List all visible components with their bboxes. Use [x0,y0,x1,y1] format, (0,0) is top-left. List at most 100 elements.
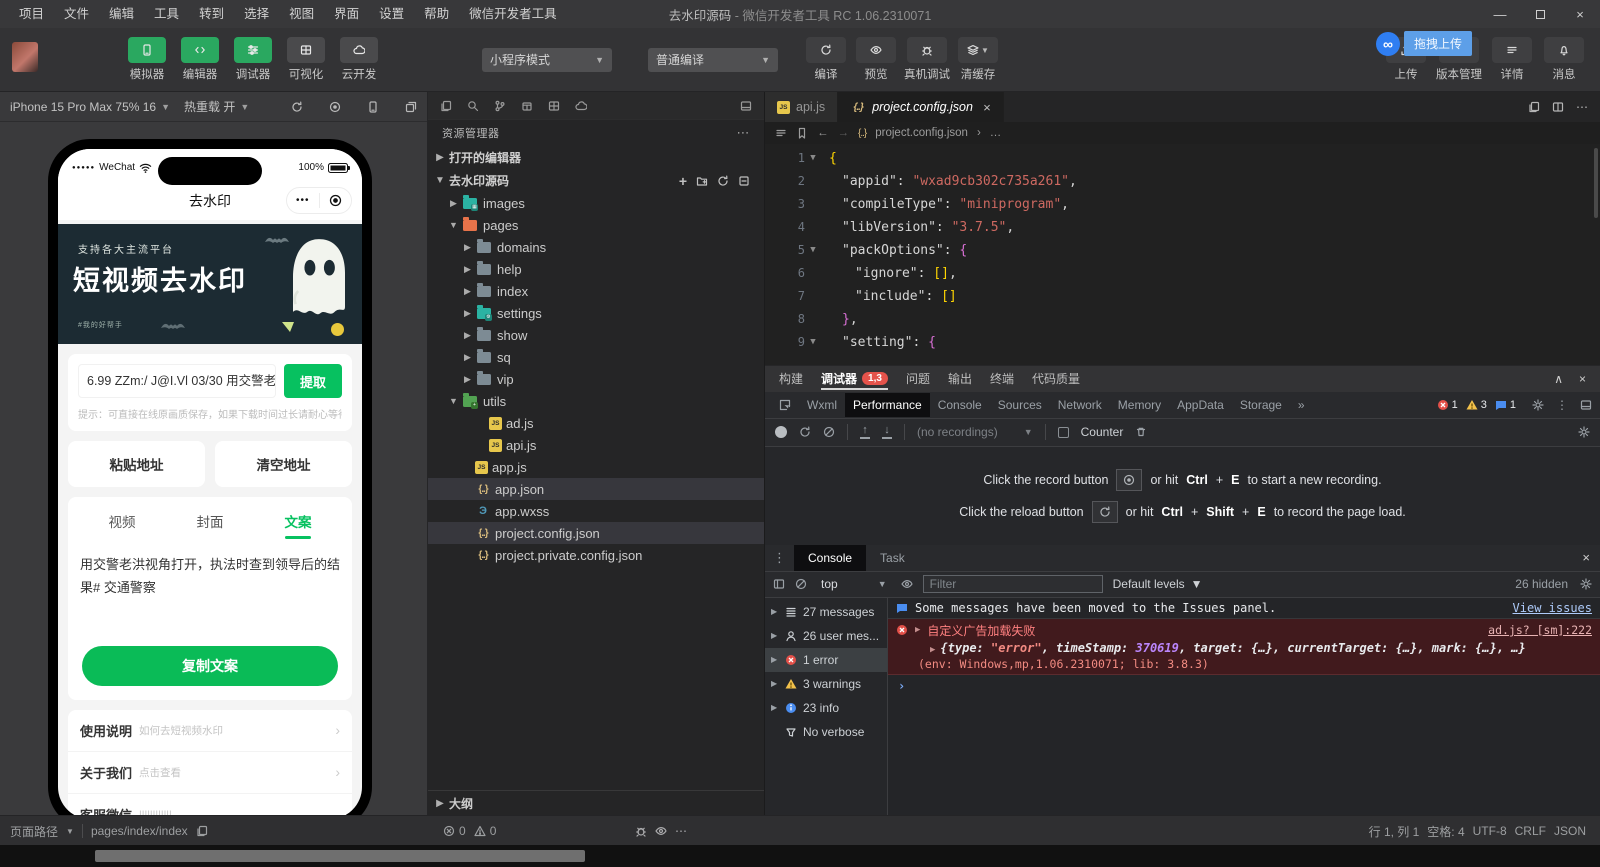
trash-icon[interactable] [1135,426,1147,438]
paste-address-button[interactable]: 粘贴地址 [68,441,205,487]
error-count-badge[interactable]: 1 [1437,399,1458,411]
warning-count-badge[interactable]: 3 [1466,399,1487,411]
project-root-section[interactable]: ▼ 去水印源码 + [428,169,764,192]
avatar[interactable] [12,42,38,72]
reload-button[interactable] [799,426,811,438]
close-button[interactable]: × [1560,0,1600,28]
minimize-button[interactable]: — [1480,0,1520,28]
kebab-icon[interactable]: ⋮ [765,545,794,571]
filter-input[interactable] [923,575,1103,593]
open-changes-icon[interactable] [1528,101,1540,113]
copy-text-button[interactable]: 复制文案 [82,646,338,686]
action-详情[interactable]: 详情 [1490,37,1534,82]
toggle-可视化[interactable]: 可视化 [283,37,329,82]
console-filter-No verbose[interactable]: No verbose [765,720,887,744]
breadcrumb-more[interactable]: … [990,127,1002,139]
bookmark-icon[interactable] [796,127,808,139]
more-icon[interactable]: ⋯ [1576,100,1588,114]
forward-icon[interactable]: → [838,127,850,139]
console-filter-3 warnings[interactable]: ▶3 warnings [765,672,887,696]
breadcrumb-file[interactable]: project.config.json [875,127,968,139]
editor-tab-project.config.json[interactable]: {..}project.config.json× [838,92,1003,122]
package-icon[interactable] [521,100,533,112]
tree-item-app.json[interactable]: {..}app.json [428,478,764,500]
tree-item-app.js[interactable]: JSapp.js [428,456,764,478]
compile-mode-select[interactable]: 普通编译 ▼ [648,48,778,72]
status-CRLF[interactable]: CRLF [1515,824,1546,838]
more-icon[interactable]: ⋯ [675,824,687,838]
panel-layout-icon[interactable] [740,100,752,112]
action-真机调试[interactable]: 真机调试 [904,37,950,82]
tree-item-pages[interactable]: ▼pages [428,214,764,236]
context-select[interactable]: top ▼ [817,577,891,591]
tabs-overflow-icon[interactable]: » [1292,398,1311,412]
console-filter-1 error[interactable]: ▶1 error [765,648,887,672]
tree-item-domains[interactable]: ▶domains [428,236,764,258]
menu-item-界面[interactable]: 界面 [325,0,368,28]
devtools-tab-Performance[interactable]: Performance [845,393,930,417]
view-issues-link[interactable]: View issues [1513,601,1592,615]
tree-item-api.js[interactable]: JSapi.js [428,434,764,456]
outline-icon[interactable] [775,127,787,139]
eye-icon[interactable] [655,825,667,837]
tree-item-project.config.json[interactable]: {..}project.config.json [428,522,764,544]
menu-item-文件[interactable]: 文件 [55,0,98,28]
share-link-input[interactable]: 6.99 ZZm:/ J@I.Vl 03/30 用交警老洪 [78,364,276,398]
refresh-icon[interactable] [717,175,729,187]
clear-address-button[interactable]: 清空地址 [215,441,352,487]
action-消息[interactable]: 消息 [1542,37,1586,82]
more-icon[interactable]: ••• [287,195,319,206]
new-folder-icon[interactable] [696,175,708,187]
hot-reload-select[interactable]: 热重载 开 ▼ [184,98,249,115]
compile-icon[interactable] [1092,501,1118,523]
more-icon[interactable]: ⋯ [737,125,751,141]
fold-icon[interactable]: ▼ [805,239,821,262]
toggle-编辑器[interactable]: 编辑器 [177,37,223,82]
kebab-icon[interactable]: ⋮ [1556,398,1568,412]
list-item[interactable]: 使用说明如何去短视频水印› [68,710,352,752]
close-icon[interactable]: × [1582,545,1600,571]
menu-item-视图[interactable]: 视图 [280,0,323,28]
fold-icon[interactable]: ▼ [805,147,821,170]
files-icon[interactable] [440,100,452,112]
grid-icon[interactable] [548,100,560,112]
devtools-tab-AppData[interactable]: AppData [1169,393,1232,417]
copy-icon[interactable] [196,825,208,837]
record-icon[interactable] [329,101,341,113]
action-清缓存[interactable]: ▼清缓存 [956,37,1000,82]
tree-item-images[interactable]: ▶▦images [428,192,764,214]
debugger-tab-问题[interactable]: 问题 [906,365,930,392]
debugger-tab-构建[interactable]: 构建 [779,365,803,392]
menu-item-工具[interactable]: 工具 [145,0,188,28]
devtools-tab-Network[interactable]: Network [1050,393,1110,417]
gear-icon[interactable] [1532,399,1544,411]
counter-checkbox[interactable] [1058,427,1069,438]
console-filter-23 info[interactable]: ▶23 info [765,696,887,720]
tree-item-help[interactable]: ▶help [428,258,764,280]
tab-封面[interactable]: 封面 [197,511,224,539]
tree-item-sq[interactable]: ▶sq [428,346,764,368]
menu-item-转到[interactable]: 转到 [190,0,233,28]
editor-tab-api.js[interactable]: JSapi.js [765,92,838,122]
toggle-调试器[interactable]: 调试器 [230,37,276,82]
menu-item-帮助[interactable]: 帮助 [415,0,458,28]
tree-item-ad.js[interactable]: JSad.js [428,412,764,434]
tree-item-show[interactable]: ▶show [428,324,764,346]
clear-console-icon[interactable] [795,578,807,590]
list-item[interactable]: 关于我们点击查看› [68,752,352,794]
close-icon[interactable]: × [1579,372,1586,386]
menu-item-项目[interactable]: 项目 [10,0,53,28]
git-branch-icon[interactable] [494,100,506,112]
tree-item-settings[interactable]: ▶⚙settings [428,302,764,324]
menu-item-选择[interactable]: 选择 [235,0,278,28]
record-button[interactable] [775,426,787,438]
list-item[interactable]: 客服微信|||||||||||| [68,794,352,815]
mode-select[interactable]: 小程序模式 ▼ [482,48,612,72]
console-sidebar-icon[interactable] [773,578,785,590]
expand-icon[interactable]: ▶ [915,625,920,635]
devtools-tab-Console[interactable]: Console [930,393,990,417]
gear-icon[interactable] [1578,426,1590,438]
bug-icon[interactable] [635,825,647,837]
phone-frame-icon[interactable] [367,101,379,113]
console-tab-Console[interactable]: Console [794,545,866,571]
